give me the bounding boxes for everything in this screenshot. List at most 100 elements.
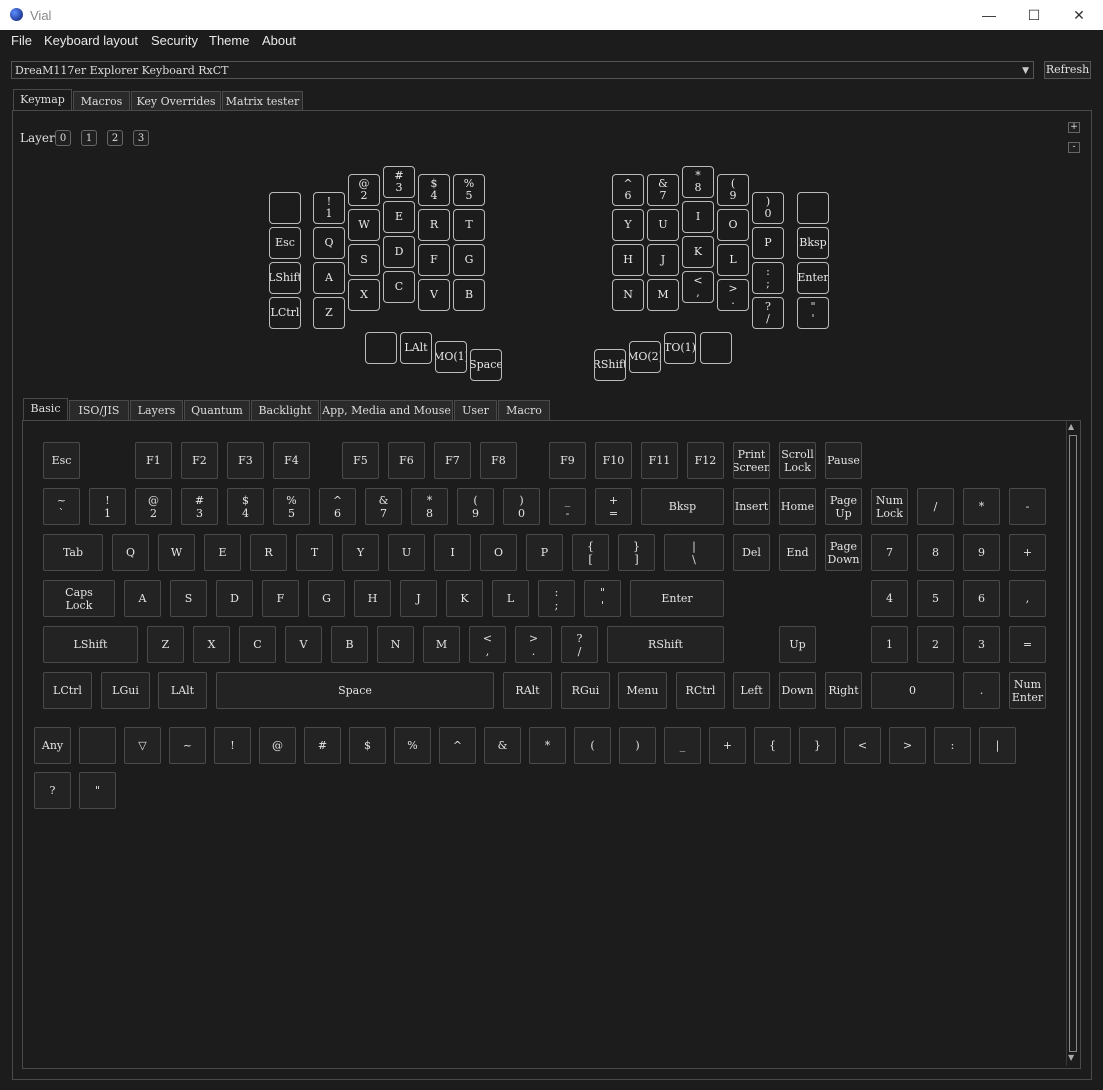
tab-macro[interactable]: Macro: [498, 400, 550, 420]
keycode-button[interactable]: 8: [917, 534, 954, 571]
keycode-button[interactable]: Q: [112, 534, 149, 571]
keyboard-key-r-dot[interactable]: >.: [717, 279, 749, 311]
keycode-button[interactable]: F9: [549, 442, 586, 479]
keyboard-key-r-7[interactable]: & 7: [647, 174, 679, 206]
keyboard-key-l-1[interactable]: ! 1: [313, 192, 345, 224]
keycode-button[interactable]: _: [664, 727, 701, 764]
keycode-button[interactable]: @: [259, 727, 296, 764]
keycode-button[interactable]: |: [979, 727, 1016, 764]
keycode-button[interactable]: & 7: [365, 488, 402, 525]
keyboard-key-r-j[interactable]: J: [647, 244, 679, 276]
keycode-button[interactable]: .: [963, 672, 1000, 709]
keyboard-key-l-q[interactable]: Q: [313, 227, 345, 259]
keycode-button[interactable]: =: [1009, 626, 1046, 663]
keycode-button[interactable]: S: [170, 580, 207, 617]
keyboard-key-r-o[interactable]: O: [717, 209, 749, 241]
keycode-button[interactable]: Insert: [733, 488, 770, 525]
keyboard-key-r-bksp[interactable]: Bksp: [797, 227, 829, 259]
picker-scrollbar[interactable]: ▲ ▼: [1066, 421, 1080, 1066]
keycode-button[interactable]: F1: [135, 442, 172, 479]
keycode-button[interactable]: ^: [439, 727, 476, 764]
minimize-button[interactable]: —: [966, 0, 1012, 30]
keyboard-key-r-k[interactable]: K: [682, 236, 714, 268]
keycode-button[interactable]: /: [917, 488, 954, 525]
keyboard-key-r-l[interactable]: L: [717, 244, 749, 276]
keycode-button[interactable]: F8: [480, 442, 517, 479]
keycode-button[interactable]: Bksp: [641, 488, 724, 525]
keycode-button[interactable]: V: [285, 626, 322, 663]
keycode-button[interactable]: Print Screen: [733, 442, 770, 479]
keycode-button[interactable]: ▽: [124, 727, 161, 764]
keycode-button[interactable]: ": [79, 772, 116, 809]
tab-app-media-mouse[interactable]: App, Media and Mouse: [320, 400, 453, 420]
keycode-button[interactable]: F7: [434, 442, 471, 479]
keycode-button[interactable]: L: [492, 580, 529, 617]
tab-quantum[interactable]: Quantum: [184, 400, 250, 420]
keycode-button[interactable]: 7: [871, 534, 908, 571]
keyboard-key-l-4[interactable]: $4: [418, 174, 450, 206]
keyboard-key-l-top0[interactable]: [269, 192, 301, 224]
keycode-button[interactable]: Enter: [630, 580, 724, 617]
keycode-button[interactable]: ): [619, 727, 656, 764]
keycode-button[interactable]: #3: [181, 488, 218, 525]
keycode-button[interactable]: F12: [687, 442, 724, 479]
keyboard-key-r-enter[interactable]: Enter: [797, 262, 829, 294]
layer-button-0[interactable]: 0: [55, 130, 71, 146]
keyboard-key-r-top[interactable]: [797, 192, 829, 224]
keycode-button[interactable]: RGui: [561, 672, 610, 709]
keycode-button[interactable]: {: [754, 727, 791, 764]
keycode-button[interactable]: E: [204, 534, 241, 571]
keycode-button[interactable]: J: [400, 580, 437, 617]
keycode-button[interactable]: %: [394, 727, 431, 764]
keyboard-key-l-f[interactable]: F: [418, 244, 450, 276]
keycode-button[interactable]: I: [434, 534, 471, 571]
keycode-button[interactable]: (: [574, 727, 611, 764]
scroll-down-icon[interactable]: ▼: [1068, 1053, 1074, 1062]
keycode-button[interactable]: R: [250, 534, 287, 571]
tab-iso-jis[interactable]: ISO/JIS: [69, 400, 129, 420]
layer-button-3[interactable]: 3: [133, 130, 149, 146]
keyboard-key-r-to1[interactable]: TO(1): [664, 332, 696, 364]
keycode-button[interactable]: <,: [469, 626, 506, 663]
keycode-button[interactable]: | \: [664, 534, 724, 571]
keyboard-key-l-d[interactable]: D: [383, 236, 415, 268]
keyboard-key-r-0[interactable]: ) 0: [752, 192, 784, 224]
keycode-button[interactable]: F11: [641, 442, 678, 479]
keycode-button[interactable]: F5: [342, 442, 379, 479]
keyboard-key-l-e[interactable]: E: [383, 201, 415, 233]
tab-keymap[interactable]: Keymap: [13, 89, 72, 111]
keycode-button[interactable]: W: [158, 534, 195, 571]
keycode-button[interactable]: Right: [825, 672, 862, 709]
keyboard-key-l-s[interactable]: S: [348, 244, 380, 276]
keyboard-key-l-t[interactable]: T: [453, 209, 485, 241]
keyboard-key-l-b[interactable]: B: [453, 279, 485, 311]
keycode-button[interactable]: + =: [595, 488, 632, 525]
keycode-button[interactable]: Z: [147, 626, 184, 663]
keycode-button[interactable]: LCtrl: [43, 672, 92, 709]
tab-macros[interactable]: Macros: [73, 91, 130, 111]
keycode-button[interactable]: (9: [457, 488, 494, 525]
keycode-button[interactable]: }: [799, 727, 836, 764]
keycode-button[interactable]: ? /: [561, 626, 598, 663]
keycode-button[interactable]: M: [423, 626, 460, 663]
menu-security[interactable]: Security: [151, 33, 198, 48]
keycode-button[interactable]: Space: [216, 672, 494, 709]
keyboard-key-l-c[interactable]: C: [383, 271, 415, 303]
keycode-button[interactable]: Tab: [43, 534, 103, 571]
keycode-button[interactable]: ?: [34, 772, 71, 809]
keyboard-key-l-mo1[interactable]: MO(1): [435, 341, 467, 373]
keycode-button[interactable]: +: [1009, 534, 1046, 571]
tab-backlight[interactable]: Backlight: [251, 400, 319, 420]
keycode-button[interactable]: RShift: [607, 626, 724, 663]
keyboard-key-r-mo2[interactable]: MO(2): [629, 341, 661, 373]
keycode-button[interactable]: X: [193, 626, 230, 663]
keyboard-key-r-p[interactable]: P: [752, 227, 784, 259]
keyboard-key-r-m[interactable]: M: [647, 279, 679, 311]
keycode-button[interactable]: Pause: [825, 442, 862, 479]
keycode-button[interactable]: :;: [538, 580, 575, 617]
keycode-button[interactable]: Y: [342, 534, 379, 571]
keycode-button[interactable]: G: [308, 580, 345, 617]
keycode-button[interactable]: Scroll Lock: [779, 442, 816, 479]
keyboard-key-l-x[interactable]: X: [348, 279, 380, 311]
keycode-button[interactable]: ) 0: [503, 488, 540, 525]
